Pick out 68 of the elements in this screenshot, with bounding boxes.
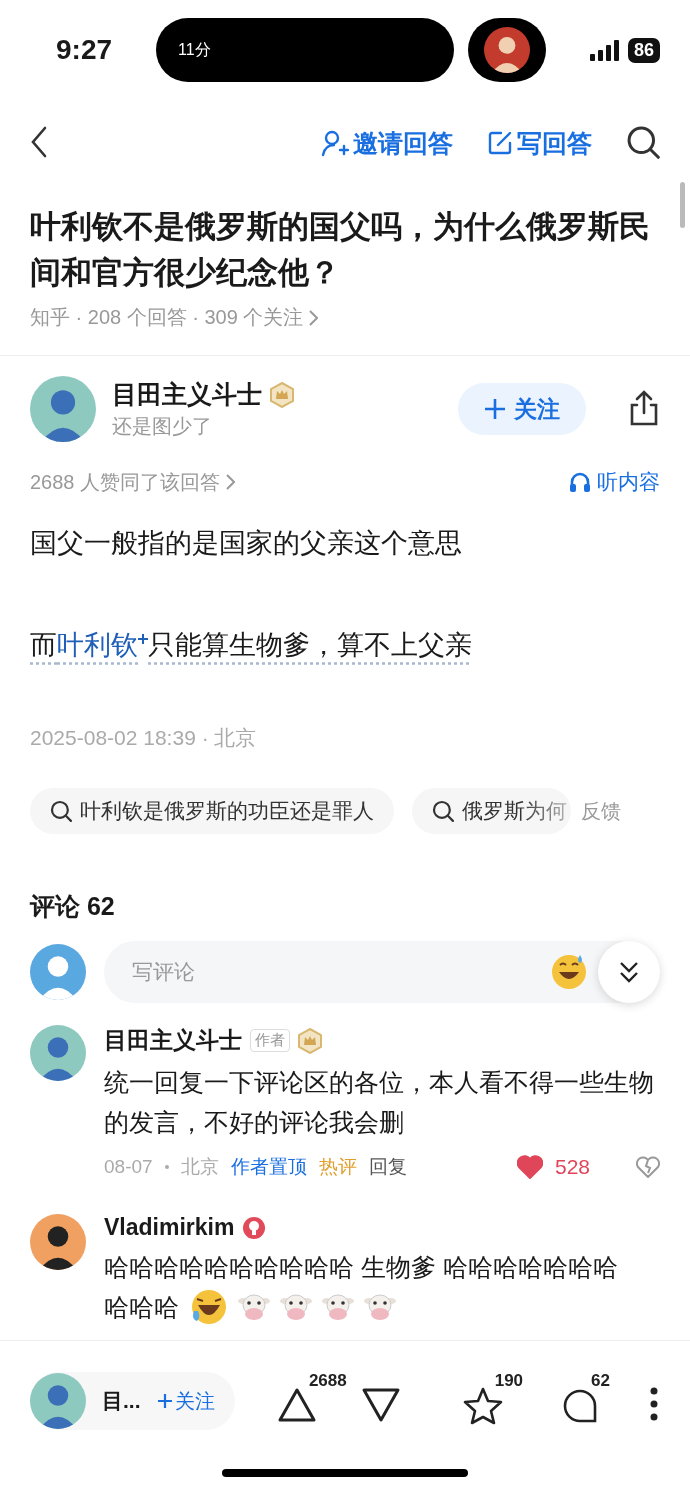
reply-button[interactable]: 回复 xyxy=(368,1154,407,1180)
comment-text: 统一回复一下评论区的各位，本人看不得一些生物的发言，不好的评论我会删 xyxy=(104,1067,655,1138)
answer-time: 2025-08-02 18:39 · 北京 xyxy=(30,725,258,751)
scrollbar xyxy=(680,182,685,228)
commenter-name[interactable]: 目田主义斗士 xyxy=(104,1025,242,1056)
upvote-button[interactable]: 2688 xyxy=(276,1371,347,1431)
author-tag: 作者 xyxy=(250,1029,290,1052)
chevron-right-icon xyxy=(309,309,319,326)
favorite-button[interactable]: 190 xyxy=(462,1371,524,1431)
share-icon xyxy=(628,389,660,426)
avatar xyxy=(30,944,86,1000)
double-chevron-icon xyxy=(619,961,639,983)
headphones-icon xyxy=(569,471,591,493)
upvote-count: 2688 xyxy=(308,1371,347,1391)
battery-level: 86 xyxy=(627,37,660,63)
laughing-face-icon xyxy=(189,1287,229,1327)
follow-button[interactable]: 关注 xyxy=(156,1387,215,1415)
answer-paragraph: 而叶利钦 只能算生物爹，算不上父亲 xyxy=(30,629,472,662)
comment-location: 北京 xyxy=(180,1155,219,1179)
comment-date: 08-07 xyxy=(104,1156,153,1178)
more-icon xyxy=(650,1387,658,1421)
author-name[interactable]: 目田主义斗士 xyxy=(112,378,262,411)
triangle-up-icon xyxy=(276,1387,317,1423)
search-icon xyxy=(432,800,454,822)
chevron-right-icon xyxy=(226,474,236,490)
write-answer-button[interactable]: 写回答 xyxy=(487,126,592,160)
like-count: 528 xyxy=(554,1155,590,1179)
comment-count: 62 xyxy=(591,1371,610,1391)
related-search-chip[interactable]: 俄罗斯为何 xyxy=(412,788,571,834)
invite-answer-button[interactable]: 邀请回答 xyxy=(321,126,453,160)
plus-icon xyxy=(156,1393,173,1409)
collapse-button[interactable] xyxy=(598,941,660,1003)
heart-icon[interactable] xyxy=(516,1155,543,1179)
comment-text: 哈哈哈哈哈哈哈哈哈哈 生物爹 哈哈哈哈哈哈哈 xyxy=(104,1252,619,1283)
author-name[interactable]: 目... xyxy=(102,1387,141,1415)
sweat-smile-icon xyxy=(550,953,588,991)
keyword-link[interactable]: 叶利钦 xyxy=(57,630,148,660)
listen-button[interactable]: 听内容 xyxy=(569,468,660,496)
comments-heading: 评论 62 xyxy=(30,891,116,922)
broken-heart-icon xyxy=(636,1156,660,1178)
search-icon xyxy=(626,124,660,159)
related-search-chip[interactable]: 叶利钦是俄罗斯的功臣还是罪人 xyxy=(30,788,394,834)
author-bio: 还是图少了 xyxy=(112,414,213,439)
follow-button[interactable]: 关注 xyxy=(458,383,586,435)
hot-label: 热评 xyxy=(318,1155,357,1179)
invite-person-icon xyxy=(321,129,349,157)
avatar[interactable] xyxy=(30,1214,86,1270)
status-time: 9:27 xyxy=(56,34,114,66)
star-icon xyxy=(462,1387,503,1425)
comment-button[interactable]: 62 xyxy=(561,1371,610,1431)
comment-bar[interactable]: 写评论 xyxy=(104,941,660,1003)
favorite-count: 190 xyxy=(494,1371,524,1391)
plus-icon xyxy=(484,398,506,420)
signal-icon xyxy=(589,39,620,61)
pinned-label: 作者置顶 xyxy=(230,1155,307,1179)
search-icon xyxy=(50,800,72,822)
comment-field[interactable]: 写评论 xyxy=(130,959,550,985)
back-icon xyxy=(30,125,48,158)
comment-text: 哈哈哈 xyxy=(104,1292,179,1323)
sparkle-icon xyxy=(138,634,148,644)
triangle-down-icon xyxy=(360,1387,401,1423)
separator-dot xyxy=(164,1165,169,1169)
question-title: 叶利钦不是俄罗斯的国父吗，为什么俄罗斯民间和官方很少纪念他？ xyxy=(30,208,651,292)
edit-icon xyxy=(487,130,513,156)
commenter-name[interactable]: Vladimirkim xyxy=(104,1214,235,1241)
answer-paragraph: 国父一般指的是国家的父亲这个意思 xyxy=(30,527,463,560)
timer-text: 11分 xyxy=(178,39,211,60)
search-button[interactable] xyxy=(626,124,660,162)
